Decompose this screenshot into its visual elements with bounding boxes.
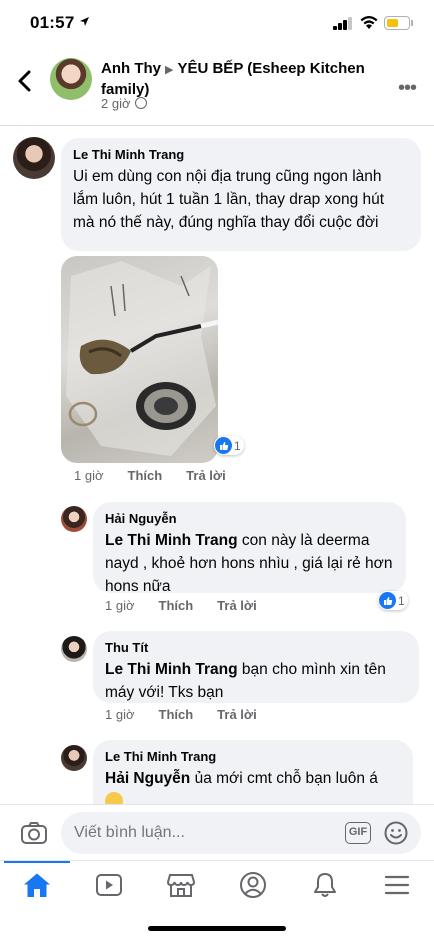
post-author[interactable]: Anh Thy <box>101 60 161 77</box>
comment-actions: 1 giờ Thích Trả lời <box>74 468 250 483</box>
commenter-name[interactable]: Le Thi Minh Trang <box>105 748 401 765</box>
commenter-name[interactable]: Hải Nguyễn <box>105 510 394 527</box>
gif-icon[interactable]: GIF <box>345 822 371 844</box>
comment-text: Ui em dùng con nội địa trung cũng ngon l… <box>73 168 385 231</box>
watch-icon[interactable] <box>93 869 125 901</box>
comment-actions: 1 giờ Thích Trả lời <box>105 598 281 613</box>
back-arrow-icon[interactable] <box>16 68 34 94</box>
comment-text: Hải Nguyễn ủa mới cmt chỗ bạn luôn á <box>105 770 378 787</box>
marketplace-icon[interactable] <box>165 869 197 901</box>
comment-time[interactable]: 1 giờ <box>74 468 104 483</box>
comment-time[interactable]: 1 giờ <box>105 707 135 722</box>
like-button[interactable]: Thích <box>159 598 194 613</box>
emoji-icon[interactable] <box>384 821 408 845</box>
reaction-number: 1 <box>234 438 241 453</box>
commenter-avatar[interactable] <box>61 636 87 662</box>
post-time[interactable]: 2 giờ <box>101 96 131 111</box>
comment-photo[interactable] <box>61 256 218 463</box>
reply-button[interactable]: Trả lời <box>186 468 226 483</box>
reaction-count[interactable]: 1 <box>378 591 408 610</box>
mention-link[interactable]: Le Thi Minh Trang <box>105 532 238 549</box>
comment-text: Le Thi Minh Trang bạn cho mình xin tên m… <box>105 661 386 701</box>
comment-bubble: Hải Nguyễn Le Thi Minh Trang con này là … <box>93 502 406 595</box>
reaction-count[interactable]: 1 <box>214 436 244 455</box>
comment-bubble: Le Thi Minh Trang Ui em dùng con nội địa… <box>61 138 421 251</box>
mention-link[interactable]: Le Thi Minh Trang <box>105 661 238 678</box>
status-time: 01:57 <box>30 13 75 32</box>
reaction-number: 1 <box>398 593 405 608</box>
author-avatar[interactable] <box>50 58 92 100</box>
status-bar: 01:57 <box>0 0 434 46</box>
comment-bubble: Thu Tít Le Thi Minh Trang bạn cho mình x… <box>93 631 419 703</box>
globe-icon <box>134 97 147 109</box>
camera-icon[interactable] <box>20 821 48 845</box>
wifi-icon <box>360 16 378 29</box>
post-author-group[interactable]: Anh Thy ▶ YÊU BẾP (Esheep Kitchen family) <box>101 59 381 99</box>
commenter-avatar[interactable] <box>61 745 87 771</box>
more-icon[interactable]: ••• <box>398 77 417 100</box>
menu-icon[interactable] <box>381 869 413 901</box>
divider <box>0 125 434 126</box>
like-button[interactable]: Thích <box>128 468 163 483</box>
like-reaction-icon <box>379 592 396 609</box>
reply-button[interactable]: Trả lời <box>217 707 257 722</box>
mention-link[interactable]: Hải Nguyễn <box>105 770 190 787</box>
post-meta: 2 giờ <box>101 96 147 111</box>
notifications-icon[interactable] <box>309 869 341 901</box>
group-arrow-icon: ▶ <box>165 64 174 76</box>
comment-composer: GIF <box>0 804 434 860</box>
like-button[interactable]: Thích <box>159 707 194 722</box>
location-arrow-icon <box>80 17 89 26</box>
cellular-signal-icon <box>333 17 353 30</box>
commenter-name[interactable]: Thu Tít <box>105 639 407 656</box>
bottom-tab-bar <box>0 860 434 908</box>
reply-button[interactable]: Trả lời <box>217 598 257 613</box>
commenter-avatar[interactable] <box>13 137 55 179</box>
home-icon[interactable] <box>21 869 53 901</box>
like-reaction-icon <box>215 437 232 454</box>
active-tab-indicator <box>4 861 70 863</box>
commenter-avatar[interactable] <box>61 506 87 532</box>
profile-icon[interactable] <box>237 869 269 901</box>
comment-text: Le Thi Minh Trang con này là deerma nayd… <box>105 532 393 595</box>
comment-time[interactable]: 1 giờ <box>105 598 135 613</box>
comment-actions: 1 giờ Thích Trả lời <box>105 707 281 722</box>
home-indicator[interactable] <box>148 926 286 931</box>
battery-icon <box>384 16 410 30</box>
commenter-name[interactable]: Le Thi Minh Trang <box>73 146 409 163</box>
post-header: Anh Thy ▶ YÊU BẾP (Esheep Kitchen family) … <box>0 46 434 124</box>
